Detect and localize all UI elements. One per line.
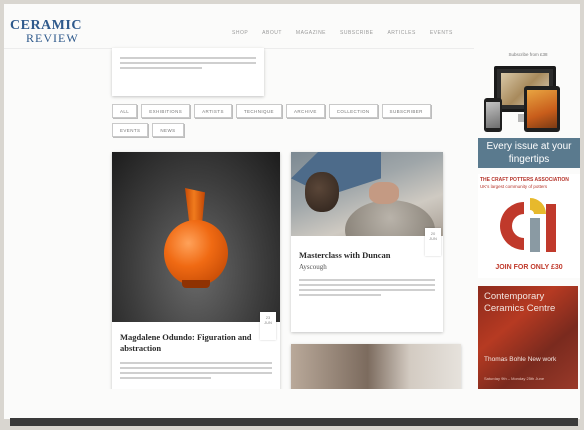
category-filters: ALL EXHIBITIONS ARTISTS TECHNIQUE ARCHIV… (112, 104, 440, 137)
vase-body (164, 220, 228, 286)
potter-hands (369, 182, 399, 204)
main-nav: SHOP ABOUT MAGAZINE SUBSCRIBE ARTICLES E… (232, 30, 453, 36)
article-card-masterclass[interactable]: 20 JUN Masterclass with Duncan Ayscough (291, 152, 443, 332)
subscription-devices-ad[interactable] (478, 64, 578, 136)
filter-chip[interactable]: TECHNIQUE (235, 104, 282, 118)
contemporary-ceramics-ad[interactable]: Contemporary Ceramics Centre Thomas Bohl… (478, 286, 578, 389)
vase-neck (185, 188, 205, 224)
date-badge: 23 JUN (260, 312, 276, 340)
text-line (299, 289, 435, 291)
nav-item-about[interactable]: ABOUT (262, 30, 282, 36)
vase-foot (182, 280, 210, 288)
filter-chip[interactable]: ARCHIVE (285, 104, 325, 118)
text-line (120, 367, 272, 369)
text-line (299, 284, 435, 286)
ccc-title: Contemporary Ceramics Centre (484, 291, 556, 314)
logo-line2: REVIEW (26, 31, 79, 45)
text-line (120, 57, 256, 59)
cpa-logo-icon (500, 198, 556, 252)
tablet-icon (524, 86, 560, 132)
text-line (120, 67, 202, 69)
filter-chip[interactable]: SUBSCRIBER (381, 104, 431, 118)
potter-head (305, 172, 339, 212)
ccc-artist: Thomas Bohle New work (484, 356, 557, 363)
filter-chip[interactable]: EVENTS (112, 123, 149, 137)
nav-item-articles[interactable]: ARTICLES (387, 30, 415, 36)
article-title[interactable]: Magdalene Odundo: Figuration and abstrac… (120, 332, 272, 354)
ceramic-review-logo[interactable]: CERAMIC REVIEW (10, 19, 82, 45)
orange-vase-image (112, 152, 280, 322)
filter-chip[interactable]: EXHIBITIONS (141, 104, 191, 118)
article-card-odundo[interactable]: 23 JUN Magdalene Odundo: Figuration and … (112, 152, 280, 389)
text-line (120, 362, 272, 364)
page: CERAMIC REVIEW SHOP ABOUT MAGAZINE SUBSC… (4, 4, 580, 389)
cpa-join-text: JOIN FOR ONLY £30 (495, 264, 563, 271)
text-line (120, 377, 212, 379)
article-subtitle: Ayscough (299, 263, 327, 271)
text-line (299, 294, 381, 296)
page-footer-space (4, 389, 580, 419)
ccc-dates: Saturday 9th – Monday 25th June (484, 376, 545, 381)
nav-item-shop[interactable]: SHOP (232, 30, 248, 36)
nav-item-magazine[interactable]: MAGAZINE (296, 30, 326, 36)
filter-chip[interactable]: ARTISTS (194, 104, 232, 118)
filter-chip[interactable]: COLLECTION (328, 104, 378, 118)
article-card-workshop[interactable] (291, 344, 461, 389)
card-body: Masterclass with Duncan Ayscough (291, 236, 443, 313)
text-line (299, 279, 435, 281)
text-line (120, 62, 256, 64)
clay-pot (345, 200, 435, 236)
promo-card-top[interactable] (112, 48, 264, 96)
date-badge: 20 JUN (425, 228, 441, 256)
filter-chip[interactable]: NEWS (152, 123, 184, 137)
sidebar-title: Subscribe from £38 (508, 52, 548, 57)
every-issue-banner[interactable]: Every issue at your fingertips (478, 138, 580, 168)
text-line (120, 372, 272, 374)
nav-item-subscribe[interactable]: SUBSCRIBE (340, 30, 373, 36)
phone-icon (484, 98, 502, 132)
article-title[interactable]: Masterclass with Duncan (299, 250, 435, 261)
card-body: Magdalene Odundo: Figuration and abstrac… (112, 322, 280, 389)
cpa-ad[interactable]: THE CRAFT POTTERS ASSOCIATION UK's large… (478, 174, 580, 278)
filter-chip[interactable]: ALL (112, 104, 138, 118)
potter-image (291, 152, 443, 236)
monitor-bezel (10, 418, 578, 426)
nav-item-events[interactable]: EVENTS (430, 30, 453, 36)
cpa-subheader: UK's largest community of potters (480, 184, 548, 189)
cpa-header: THE CRAFT POTTERS ASSOCIATION (480, 177, 569, 183)
